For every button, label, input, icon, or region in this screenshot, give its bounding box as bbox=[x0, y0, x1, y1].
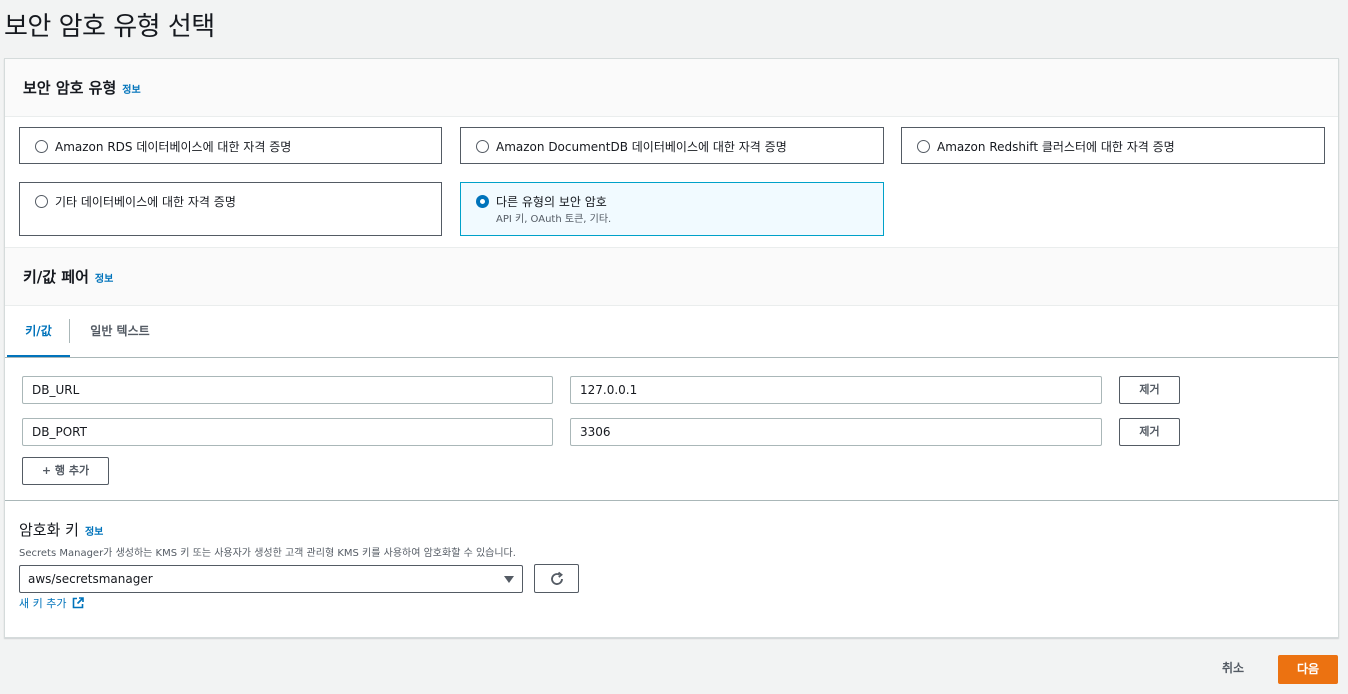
tab-plaintext[interactable]: 일반 텍스트 bbox=[80, 305, 160, 357]
encryption-info-link[interactable]: 정보 bbox=[85, 527, 103, 538]
secret-type-title: 보안 암호 유형 정보 bbox=[23, 77, 141, 98]
encryption-title: 암호화 키 정보 bbox=[19, 519, 103, 540]
refresh-button[interactable] bbox=[534, 564, 579, 593]
tile-rds-label: Amazon RDS 데이터베이스에 대한 자격 증명 bbox=[55, 140, 292, 154]
radio-other-db[interactable] bbox=[35, 195, 48, 208]
next-button[interactable]: 다음 bbox=[1278, 655, 1338, 684]
kv-header: 키/값 페어 정보 bbox=[5, 247, 1338, 306]
new-key-link-label: 새 키 추가 bbox=[19, 597, 67, 610]
tile-redshift[interactable]: Amazon Redshift 클러스터에 대한 자격 증명 bbox=[901, 127, 1325, 164]
tab-key-value[interactable]: 키/값 bbox=[7, 305, 70, 357]
encryption-description: Secrets Manager가 생성하는 KMS 키 또는 사용자가 생성한 … bbox=[19, 548, 516, 559]
tile-redshift-label: Amazon Redshift 클러스터에 대한 자격 증명 bbox=[937, 140, 1175, 154]
remove-row-button-2[interactable]: 제거 bbox=[1119, 418, 1180, 446]
kv-tabs: 키/값 일반 텍스트 bbox=[5, 305, 1338, 358]
radio-rds[interactable] bbox=[35, 140, 48, 153]
tile-other-secret[interactable]: 다른 유형의 보안 암호 API 키, OAuth 토큰, 기타. bbox=[460, 182, 884, 236]
kms-key-select-value: aws/secretsmanager bbox=[28, 572, 153, 586]
page-title: 보안 암호 유형 선택 bbox=[4, 12, 215, 42]
secret-type-info-link[interactable]: 정보 bbox=[122, 85, 140, 96]
tab-divider bbox=[69, 319, 70, 343]
radio-redshift[interactable] bbox=[917, 140, 930, 153]
radio-other-secret[interactable] bbox=[476, 195, 489, 208]
tile-other-db[interactable]: 기타 데이터베이스에 대한 자격 증명 bbox=[19, 182, 442, 236]
tile-documentdb-label: Amazon DocumentDB 데이터베이스에 대한 자격 증명 bbox=[496, 140, 787, 154]
new-key-link[interactable]: 새 키 추가 bbox=[19, 595, 84, 611]
caret-down-icon bbox=[504, 576, 514, 583]
kv-info-link[interactable]: 정보 bbox=[95, 274, 113, 285]
kv-title-text: 키/값 페어 bbox=[23, 268, 89, 286]
tile-other-secret-description: API 키, OAuth 토큰, 기타. bbox=[496, 214, 612, 225]
tile-other-db-label: 기타 데이터베이스에 대한 자격 증명 bbox=[55, 195, 236, 209]
secret-form-panel: 보안 암호 유형 정보 Amazon RDS 데이터베이스에 대한 자격 증명 A… bbox=[4, 58, 1339, 638]
kv-value-input-1[interactable]: 127.0.0.1 bbox=[570, 376, 1102, 404]
secret-type-header: 보안 암호 유형 정보 bbox=[5, 59, 1338, 117]
radio-documentdb[interactable] bbox=[476, 140, 489, 153]
tile-other-secret-label: 다른 유형의 보안 암호 bbox=[496, 195, 607, 209]
kv-title: 키/값 페어 정보 bbox=[23, 266, 113, 287]
kv-key-input-1[interactable]: DB_URL bbox=[22, 376, 553, 404]
tile-documentdb[interactable]: Amazon DocumentDB 데이터베이스에 대한 자격 증명 bbox=[460, 127, 884, 164]
external-link-icon bbox=[72, 597, 84, 609]
encryption-title-text: 암호화 키 bbox=[19, 521, 79, 539]
tile-rds[interactable]: Amazon RDS 데이터베이스에 대한 자격 증명 bbox=[19, 127, 442, 164]
kv-value-input-2[interactable]: 3306 bbox=[570, 418, 1102, 446]
kv-key-input-2[interactable]: DB_PORT bbox=[22, 418, 553, 446]
remove-row-button-1[interactable]: 제거 bbox=[1119, 376, 1180, 404]
kms-key-select[interactable]: aws/secretsmanager bbox=[19, 565, 523, 593]
refresh-icon bbox=[550, 571, 563, 585]
secret-type-title-text: 보안 암호 유형 bbox=[23, 79, 117, 97]
add-row-button[interactable]: + 행 추가 bbox=[22, 457, 109, 485]
cancel-button[interactable]: 취소 bbox=[1222, 659, 1244, 676]
section-divider bbox=[5, 500, 1338, 501]
